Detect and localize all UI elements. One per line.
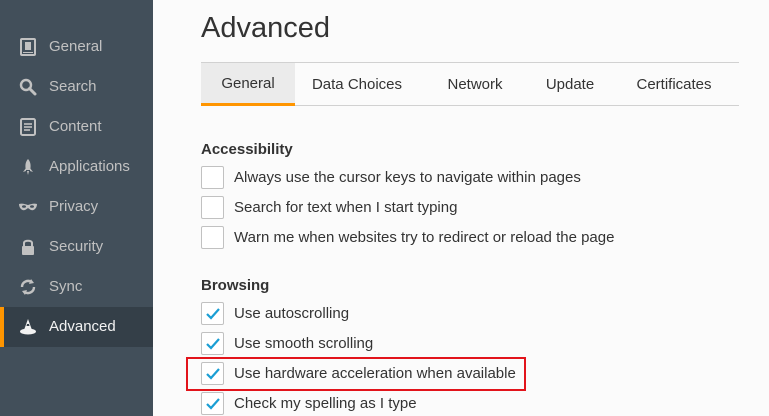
spellcheck-checkbox[interactable] <box>201 392 224 415</box>
browsing-heading: Browsing <box>201 277 270 294</box>
highlight-box <box>186 357 526 391</box>
sidebar-item-advanced[interactable]: Advanced <box>0 307 153 347</box>
general-icon <box>18 37 38 57</box>
sidebar-item-label: Applications <box>49 158 130 175</box>
smooth-scrolling-checkbox[interactable] <box>201 332 224 355</box>
tab-general[interactable]: General <box>201 63 295 106</box>
sidebar-item-sync[interactable]: Sync <box>0 267 153 307</box>
tab-certificates[interactable]: Certificates <box>609 63 739 105</box>
autoscrolling-checkbox[interactable] <box>201 302 224 325</box>
privacy-mask-icon <box>18 197 38 217</box>
tab-bar: General Data Choices Network Update Cert… <box>201 62 739 106</box>
cursor-keys-checkbox[interactable] <box>201 166 224 189</box>
sidebar-item-label: Content <box>49 118 102 135</box>
active-indicator <box>0 307 4 347</box>
sync-icon <box>18 277 38 297</box>
sidebar-item-label: General <box>49 38 103 55</box>
sidebar-item-search[interactable]: Search <box>0 67 153 107</box>
sidebar-item-security[interactable]: Security <box>0 227 153 267</box>
sidebar-item-label: Privacy <box>49 198 99 215</box>
sidebar-item-label: Advanced <box>49 318 116 335</box>
security-lock-icon <box>18 237 38 257</box>
checkmark-icon <box>205 307 220 320</box>
warn-redirect-checkbox[interactable] <box>201 226 224 249</box>
accessibility-heading: Accessibility <box>201 141 293 158</box>
sidebar: General Search Content Applications Priv… <box>0 0 153 416</box>
smooth-scrolling-label: Use smooth scrolling <box>234 335 374 352</box>
cursor-keys-label: Always use the cursor keys to navigate w… <box>234 169 581 186</box>
tab-update[interactable]: Update <box>531 63 609 105</box>
checkmark-icon <box>205 337 220 350</box>
search-typing-checkbox[interactable] <box>201 196 224 219</box>
sidebar-item-label: Security <box>49 238 104 255</box>
page-title: Advanced <box>201 12 330 44</box>
warn-redirect-label: Warn me when websites try to redirect or… <box>234 229 615 246</box>
advanced-wizard-hat-icon <box>18 317 38 337</box>
search-typing-label: Search for text when I start typing <box>234 199 458 216</box>
spellcheck-label: Check my spelling as I type <box>234 395 417 412</box>
applications-icon <box>18 157 38 177</box>
tab-network[interactable]: Network <box>419 63 531 105</box>
autoscrolling-label: Use autoscrolling <box>234 305 350 322</box>
sidebar-item-label: Sync <box>49 278 83 295</box>
checkmark-icon <box>205 397 220 410</box>
sidebar-item-content[interactable]: Content <box>0 107 153 147</box>
sidebar-item-label: Search <box>49 78 97 95</box>
tab-data-choices[interactable]: Data Choices <box>295 63 419 105</box>
sidebar-item-privacy[interactable]: Privacy <box>0 187 153 227</box>
search-icon <box>18 77 38 97</box>
sidebar-item-applications[interactable]: Applications <box>0 147 153 187</box>
sidebar-item-general[interactable]: General <box>0 27 153 67</box>
content-icon <box>18 117 38 137</box>
